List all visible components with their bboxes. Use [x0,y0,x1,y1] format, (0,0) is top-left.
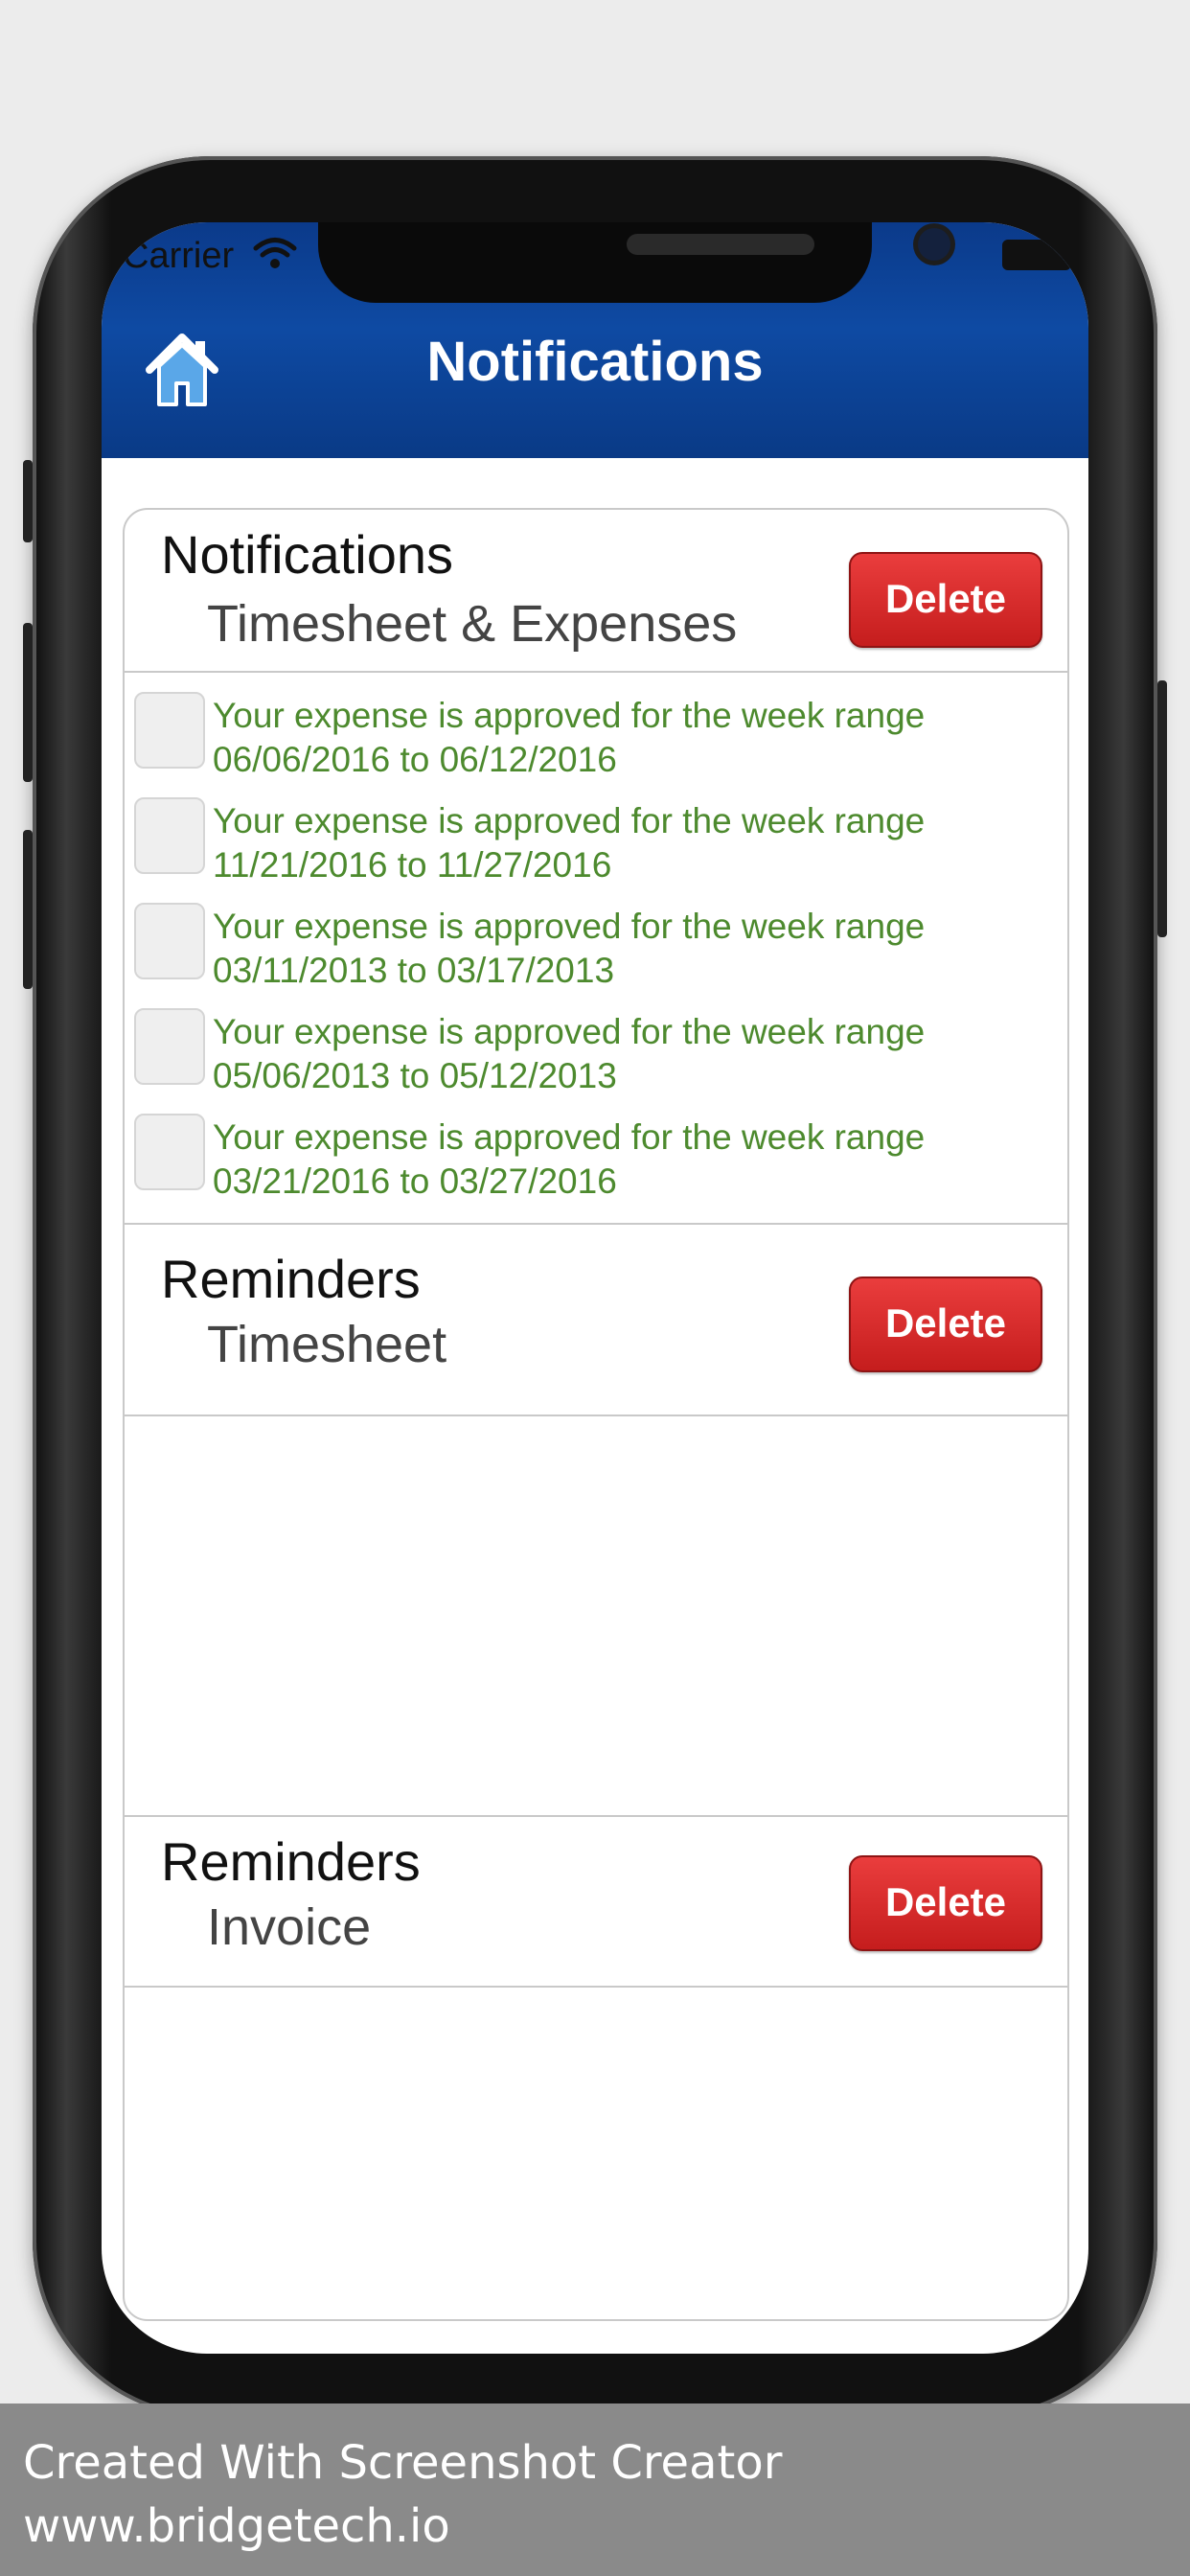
section-title: Reminders [161,1831,421,1892]
reminders-invoice-section-header: Reminders Invoice Delete [125,1815,1067,1988]
phone-volume-up [23,623,33,782]
item-text: Your expense is approved for the week ra… [213,907,926,990]
notifications-section-header: Notifications Timesheet & Expenses Delet… [125,510,1067,673]
section-subtitle: Timesheet [207,1316,447,1373]
item-text: Your expense is approved for the week ra… [213,696,926,779]
delete-reminders-invoice-button[interactable]: Delete [849,1855,1042,1951]
status-carrier: Carrier [123,236,235,276]
list-item: Your expense is approved for the week ra… [125,1004,1067,1110]
notifications-panel: Notifications Timesheet & Expenses Delet… [123,508,1069,2321]
phone-power-button [1157,680,1167,937]
phone-volume-down [23,830,33,989]
front-camera [918,228,950,261]
phone-mute-switch [23,460,33,542]
list-item: Your expense is approved for the week ra… [125,899,1067,1004]
delete-reminders-timesheet-button[interactable]: Delete [849,1276,1042,1372]
item-checkbox[interactable] [134,1008,205,1085]
notification-list: Your expense is approved for the week ra… [125,673,1067,1200]
phone-notch [318,222,950,303]
item-text: Your expense is approved for the week ra… [213,1117,926,1200]
watermark-footer: Created With Screenshot Creator www.brid… [0,2404,1190,2576]
navigation-bar: Carrier Notifications [102,222,1088,458]
section-title: Reminders [161,1249,421,1309]
section-subtitle: Timesheet & Expenses [207,595,738,653]
phone-speaker [627,234,814,255]
list-item: Your expense is approved for the week ra… [125,688,1067,794]
item-checkbox[interactable] [134,1114,205,1190]
battery-icon [1002,240,1071,270]
footer-line-2: www.bridgetech.io [23,2499,450,2553]
footer-line-1: Created With Screenshot Creator [23,2436,783,2490]
item-checkbox[interactable] [134,903,205,979]
reminders-timesheet-section-header: Reminders Timesheet Delete [125,1223,1067,1416]
phone-screen: Carrier Notifications Notifications Time… [102,222,1088,2354]
page-title: Notifications [426,331,764,393]
item-checkbox[interactable] [134,692,205,769]
item-text: Your expense is approved for the week ra… [213,1012,926,1095]
item-text: Your expense is approved for the week ra… [213,801,926,885]
list-item: Your expense is approved for the week ra… [125,794,1067,899]
section-subtitle: Invoice [207,1898,372,1956]
list-item: Your expense is approved for the week ra… [125,1110,1067,1200]
delete-notifications-button[interactable]: Delete [849,552,1042,648]
section-title: Notifications [161,524,454,585]
item-checkbox[interactable] [134,797,205,874]
wifi-icon [253,238,297,268]
